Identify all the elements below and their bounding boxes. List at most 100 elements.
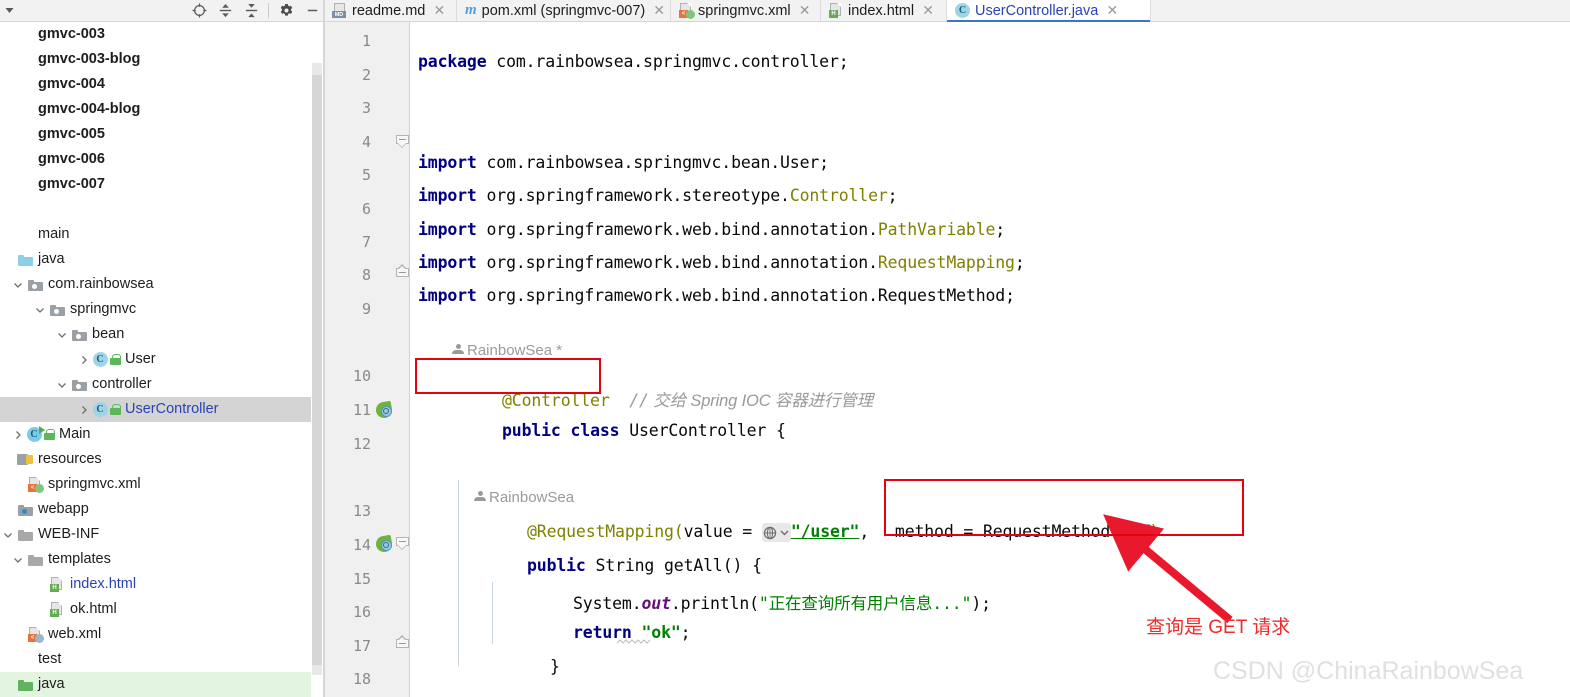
tree-item-webapp[interactable]: webapp bbox=[0, 497, 311, 522]
tree-item-gmvc-006[interactable]: gmvc-006 bbox=[0, 147, 311, 172]
settings-gear-icon[interactable] bbox=[273, 1, 299, 21]
tree-item-java[interactable]: java bbox=[0, 247, 311, 272]
tree-item-user[interactable]: C User bbox=[0, 347, 311, 372]
chevron-down-icon[interactable] bbox=[10, 552, 26, 568]
tree-item-gmvc-007[interactable]: gmvc-007 bbox=[0, 172, 311, 197]
tree-item-label: java bbox=[38, 676, 65, 692]
token-import-path: com.rainbowsea.springmvc.bean. bbox=[486, 153, 781, 172]
tab-label: pom.xml (springmvc-007) bbox=[481, 2, 646, 19]
code-content[interactable]: package com.rainbowsea.springmvc.control… bbox=[410, 22, 1570, 697]
tree-item-web-inf[interactable]: WEB-INF bbox=[0, 522, 311, 547]
tree-item-springmvc-xml[interactable]: < springmvc.xml bbox=[0, 472, 311, 497]
tree-item-java[interactable]: java bbox=[0, 672, 311, 697]
code-fold-end-marker[interactable] bbox=[396, 635, 409, 652]
tree-item-gmvc-003-blog[interactable]: gmvc-003-blog bbox=[0, 47, 311, 72]
tree-item-gmvc-004-blog[interactable]: gmvc-004-blog bbox=[0, 97, 311, 122]
tree-item-main[interactable]: C Main bbox=[0, 422, 311, 447]
web-xml-file-icon: < bbox=[26, 627, 44, 643]
minimize-icon[interactable] bbox=[299, 1, 325, 21]
globe-icon bbox=[763, 526, 777, 539]
maven-file-icon: m bbox=[465, 2, 477, 18]
chevron-right-icon[interactable] bbox=[10, 427, 26, 443]
chevron-down-icon[interactable] bbox=[32, 302, 48, 318]
toolbar-left-spacer bbox=[0, 1, 186, 21]
web-folder-icon bbox=[16, 502, 34, 518]
tree-item-controller[interactable]: controller bbox=[0, 372, 311, 397]
tree-scrollbar-thumb[interactable] bbox=[312, 75, 322, 665]
tree-item-index-html[interactable]: Hindex.html bbox=[0, 572, 311, 597]
tree-item-label: java bbox=[38, 251, 65, 267]
code-line-10: @Controller // 交给 Spring IOC 容器进行管理 bbox=[502, 387, 873, 411]
token-keyword: package bbox=[418, 52, 487, 71]
annotation-note-text: 查询是 GET 请求 bbox=[1146, 617, 1291, 638]
editor-tab-readme-md[interactable]: MD readme.md ✕ bbox=[325, 0, 457, 21]
resources-folder-icon bbox=[16, 452, 34, 468]
tree-item-resources[interactable]: resources bbox=[0, 447, 311, 472]
tree-item-springmvc[interactable]: springmvc bbox=[0, 297, 311, 322]
tree-item-test[interactable]: test bbox=[0, 647, 311, 672]
chevron-right-icon[interactable] bbox=[76, 352, 92, 368]
vcs-author-name: RainbowSea * bbox=[467, 342, 563, 359]
no-icon bbox=[16, 652, 34, 668]
token-keyword: import bbox=[418, 286, 477, 305]
chevron-down-icon[interactable] bbox=[0, 527, 16, 543]
vcs-author-annotation: RainbowSea bbox=[474, 489, 574, 506]
tree-item-templates[interactable]: templates bbox=[0, 547, 311, 572]
token-import-path: org.springframework.web.bind.annotation. bbox=[486, 253, 879, 272]
project-tree[interactable]: gmvc-003 gmvc-003-blog gmvc-004 gmvc-004-bl… bbox=[0, 22, 311, 697]
expand-all-icon[interactable] bbox=[212, 1, 238, 21]
editor-tab-index-html[interactable]: Hindex.html ✕ bbox=[821, 0, 947, 21]
tree-item-usercontroller[interactable]: C UserController bbox=[0, 397, 311, 422]
line-number: 14 bbox=[352, 536, 371, 554]
watermark-text: CSDN @ChinaRainbowSea bbox=[1213, 657, 1524, 685]
tree-item-bean[interactable]: bean bbox=[0, 322, 311, 347]
tree-item-ok-html[interactable]: Hok.html bbox=[0, 597, 311, 622]
tree-item-com-rainbowsea[interactable]: com.rainbowsea bbox=[0, 272, 311, 297]
no-icon bbox=[16, 77, 34, 93]
code-fold-start-marker[interactable] bbox=[396, 537, 409, 550]
line-number: 5 bbox=[361, 166, 371, 184]
chevron-down-icon[interactable] bbox=[54, 377, 70, 393]
package-folder-icon bbox=[26, 277, 44, 293]
tree-item-label: gmvc-005 bbox=[38, 126, 105, 142]
close-icon[interactable]: ✕ bbox=[799, 2, 811, 19]
line-number: 16 bbox=[352, 603, 371, 621]
editor-tab-springmvc-xml[interactable]: < springmvc.xml ✕ bbox=[671, 0, 821, 21]
collapse-all-icon[interactable] bbox=[238, 1, 264, 21]
locate-target-icon[interactable] bbox=[186, 1, 212, 21]
code-fold-start-marker[interactable] bbox=[396, 135, 409, 148]
chevron-down-icon[interactable] bbox=[10, 277, 26, 293]
code-line-14: public String getAll() { bbox=[527, 556, 762, 575]
tree-item-gmvc-004[interactable]: gmvc-004 bbox=[0, 72, 311, 97]
chevron-down-icon[interactable] bbox=[54, 327, 70, 343]
token-import-type: User bbox=[780, 153, 820, 172]
line-number: 11 bbox=[352, 401, 371, 419]
token-keyword: import bbox=[418, 186, 477, 205]
editor-tab-usercontroller-java[interactable]: C UserController.java ✕ bbox=[947, 0, 1151, 22]
editor-tab-pom-xml-springmvc-007-[interactable]: m pom.xml (springmvc-007) ✕ bbox=[457, 0, 671, 21]
token-keyword-class: class bbox=[570, 421, 620, 440]
tree-item-web-xml[interactable]: < web.xml bbox=[0, 622, 311, 647]
tree-item-gmvc-003[interactable]: gmvc-003 bbox=[0, 22, 311, 47]
token-annotation: @Controller bbox=[502, 391, 610, 410]
close-icon[interactable]: ✕ bbox=[1106, 2, 1118, 19]
tree-item-main[interactable]: main bbox=[0, 222, 311, 247]
panel-dropdown-icon[interactable] bbox=[2, 1, 16, 21]
close-icon[interactable]: ✕ bbox=[922, 2, 934, 19]
tree-item-label: main bbox=[38, 226, 70, 242]
tree-item-gmvc-005[interactable]: gmvc-005 bbox=[0, 122, 311, 147]
tree-item-label: User bbox=[125, 351, 156, 367]
code-fold-end-marker[interactable] bbox=[396, 264, 409, 281]
close-icon[interactable]: ✕ bbox=[433, 2, 445, 19]
toolbar-icon-group bbox=[186, 1, 325, 21]
tree-item-label: gmvc-003 bbox=[38, 26, 105, 42]
close-icon[interactable]: ✕ bbox=[653, 2, 665, 19]
tree-item-label: gmvc-006 bbox=[38, 151, 105, 167]
editor-gutter[interactable]: 1 2 3 4 5 6 7 8 9 10 11 12 13 14 15 16 17 18 bbox=[325, 22, 410, 697]
folder-icon bbox=[16, 252, 34, 268]
web-reference-hint[interactable] bbox=[761, 523, 791, 542]
person-icon bbox=[452, 344, 464, 357]
chevron-right-icon[interactable] bbox=[76, 402, 92, 418]
